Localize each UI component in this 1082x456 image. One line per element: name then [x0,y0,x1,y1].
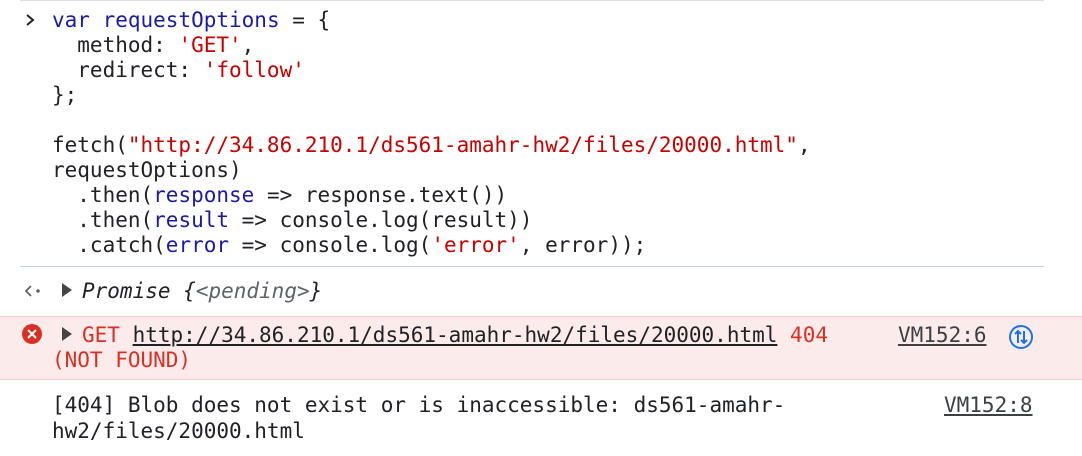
code-line: .then(result => console.log(result)) [52,208,532,233]
error-icon [22,324,42,344]
promise-result[interactable]: Promise {<pending>} [62,278,322,304]
code-token: , [797,133,811,157]
code-line: .catch(error => console.log('error', err… [52,233,646,258]
input-divider [20,266,1044,267]
code-token: }; [52,83,78,107]
code-line: .then(response => response.text()) [52,183,507,208]
code-token: requestOptions) [52,158,242,182]
promise-close-brace: } [309,279,323,303]
code-token: .then( [52,183,154,207]
expand-triangle-icon[interactable] [62,283,72,297]
result-arrow-icon [24,285,40,297]
network-request-icon[interactable] [1008,324,1034,350]
code-token: result [153,208,230,232]
error-url-link[interactable]: http://34.86.210.1/ds561-amahr-hw2/files… [133,323,778,347]
code-token: error [165,233,230,257]
top-divider [20,0,1044,1]
code-token: requestOptions [102,8,280,32]
error-status: 404 [790,323,828,347]
code-token: => console.log(result)) [229,208,533,232]
code-token: var [52,8,103,32]
code-line: redirect: 'follow' [52,58,305,83]
code-token: => console.log( [229,233,432,257]
code-token: method: [52,33,179,57]
code-token: fetch( [52,133,128,157]
error-source-link[interactable]: VM152:6 [898,322,987,348]
code-token: response [153,183,255,207]
code-token: , [241,33,255,57]
promise-pending: <pending> [195,279,310,303]
code-token: 'GET' [178,33,242,57]
log-message-line1: [404] Blob does not exist or is inaccess… [52,393,786,417]
expand-triangle-icon[interactable] [62,327,72,341]
error-request-line: GET http://34.86.210.1/ds561-amahr-hw2/f… [62,322,828,348]
chevron-right-icon [26,14,35,26]
log-message-line2: hw2/files/20000.html [52,419,305,443]
code-token: redirect: [52,58,204,82]
code-line: }; [52,83,77,108]
error-method: GET [82,323,120,347]
code-token: "http://34.86.210.1/ds561-amahr-hw2/file… [127,133,798,157]
code-line: method: 'GET', [52,33,254,58]
code-line: requestOptions) [52,158,242,183]
code-token: = { [279,8,331,32]
code-line: fetch("http://34.86.210.1/ds561-amahr-hw… [52,133,811,158]
log-source-link[interactable]: VM152:8 [944,392,1033,418]
code-line: var requestOptions = { [52,8,330,33]
promise-label: Promise [82,279,171,303]
code-token: 'error' [431,233,520,257]
code-token: .then( [52,208,154,232]
code-token: 'follow' [203,58,305,82]
code-token: , error)); [519,233,647,257]
promise-open-brace: { [183,279,196,303]
code-token: .catch( [52,233,166,257]
code-token: => response.text()) [254,183,508,207]
error-status-text: (NOT FOUND) [52,348,192,372]
